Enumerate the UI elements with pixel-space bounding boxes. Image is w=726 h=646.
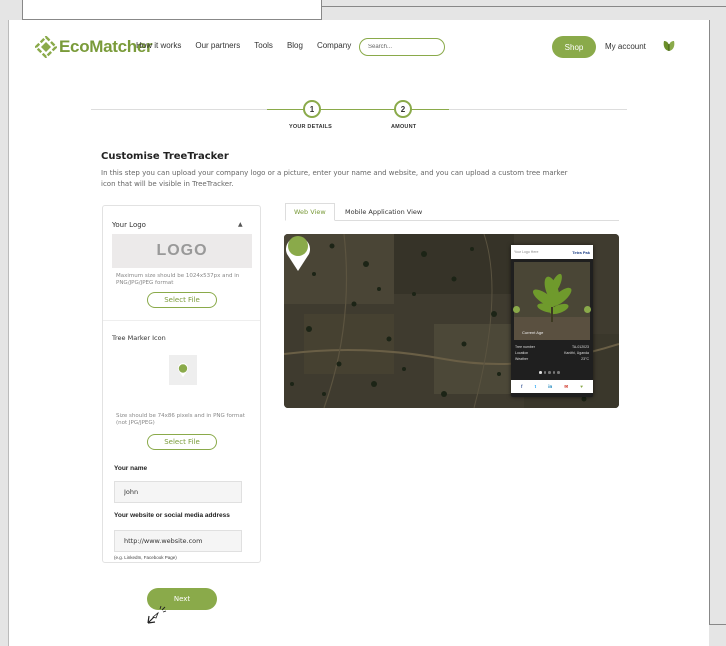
map-pin-icon	[178, 362, 188, 377]
marker-preview-box	[169, 355, 197, 385]
logo-size-hint: Maximum size should be 1024x537px and in…	[116, 273, 240, 286]
nav-link-company[interactable]: Company	[317, 41, 351, 50]
tree-details: Tree number TA-012023 Location Kanithi, …	[515, 345, 589, 363]
click-cursor-icon	[147, 605, 167, 624]
tree-info-card: Your Logo Here Tetra Pak Current Age Tre…	[511, 245, 593, 397]
leaf-icon[interactable]	[662, 39, 676, 53]
next-photo-arrow-icon[interactable]	[584, 306, 591, 313]
logo-preview-box: LOGO	[112, 234, 252, 268]
tab-mobile-application-view[interactable]: Mobile Application View	[337, 203, 430, 221]
twitter-icon[interactable]: t	[535, 384, 537, 389]
step-1-label: YOUR DETAILS	[289, 124, 332, 130]
tree-photo: Current Age	[514, 262, 590, 340]
page: EcoMatcher How it works Our partners Too…	[8, 20, 709, 646]
treetracker-map-preview[interactable]: Your Logo Here Tetra Pak Current Age Tre…	[284, 234, 619, 408]
page-title: Customise TreeTracker	[101, 151, 229, 162]
social-share-bar: f t in ✉ ♥	[511, 380, 593, 393]
carousel-dot[interactable]	[552, 371, 555, 374]
logo-placeholder: LOGO	[156, 242, 208, 259]
collapse-caret-icon[interactable]: ▲	[238, 221, 243, 228]
nav-link-how-it-works[interactable]: How it works	[136, 41, 181, 50]
photo-caption: Current Age	[522, 330, 544, 335]
carousel-dot[interactable]	[539, 371, 542, 374]
frame-bottom	[709, 624, 726, 625]
heart-icon[interactable]: ♥	[580, 384, 583, 389]
progress-track-active	[267, 109, 449, 110]
prev-photo-arrow-icon[interactable]	[513, 306, 520, 313]
carousel-dot[interactable]	[543, 371, 546, 374]
brand-logo[interactable]: EcoMatcher	[35, 36, 153, 58]
section-divider	[103, 320, 260, 321]
marker-section-heading: Tree Marker Icon	[112, 334, 166, 342]
card-brand: Tetra Pak	[572, 249, 590, 255]
name-label: Your name	[114, 465, 148, 472]
card-logo-placeholder: Your Logo Here	[514, 250, 539, 254]
marker-size-hint: Size should be 74x86 pixels and in PNG f…	[116, 413, 245, 426]
step-1-circle: 1	[303, 100, 321, 118]
tab-web-view[interactable]: Web View	[285, 203, 335, 221]
browser-frame	[22, 0, 322, 20]
step-2-label: AMOUNT	[391, 124, 417, 130]
website-example-hint: (e.g. LinkedIn, Facebook Page)	[114, 555, 177, 560]
carousel-dots	[539, 371, 560, 374]
frame-right	[709, 20, 726, 625]
facebook-icon[interactable]: f	[521, 384, 523, 389]
page-description: In this step you can upload your company…	[101, 169, 568, 188]
carousel-dot[interactable]	[557, 371, 560, 374]
brand-mark-icon	[35, 36, 57, 58]
nav-link-blog[interactable]: Blog	[287, 41, 303, 50]
nav-link-tools[interactable]: Tools	[254, 41, 273, 50]
website-field[interactable]	[114, 530, 242, 552]
website-label: Your website or social media address	[114, 512, 230, 519]
name-field[interactable]	[114, 481, 242, 503]
search-input[interactable]	[359, 38, 445, 56]
frame-line	[322, 6, 726, 7]
linkedin-icon[interactable]: in	[548, 384, 552, 389]
my-account-link[interactable]: My account	[605, 42, 646, 51]
tree-marker-pin[interactable]	[284, 234, 312, 272]
top-nav: EcoMatcher How it works Our partners Too…	[9, 20, 710, 72]
email-icon[interactable]: ✉	[564, 384, 568, 390]
card-header: Your Logo Here Tetra Pak	[511, 245, 593, 259]
detail-label: Weather	[515, 357, 529, 361]
select-marker-file-button[interactable]: Select File	[147, 434, 217, 450]
step-2-circle: 2	[394, 100, 412, 118]
select-logo-file-button[interactable]: Select File	[147, 292, 217, 308]
logo-section-heading: Your Logo	[112, 221, 146, 229]
nav-links: How it works Our partners Tools Blog Com…	[136, 41, 351, 50]
shop-button[interactable]: Shop	[552, 36, 596, 58]
nav-link-our-partners[interactable]: Our partners	[195, 41, 240, 50]
detail-value: 23°C	[581, 357, 589, 361]
detail-row: Weather 23°C	[515, 357, 589, 363]
carousel-dot[interactable]	[548, 371, 551, 374]
tree-seedling-image	[514, 262, 590, 340]
preview-tabs: Web View Mobile Application View	[285, 203, 619, 221]
customise-form-panel: Your Logo ▲ LOGO Maximum size should be …	[102, 205, 261, 563]
